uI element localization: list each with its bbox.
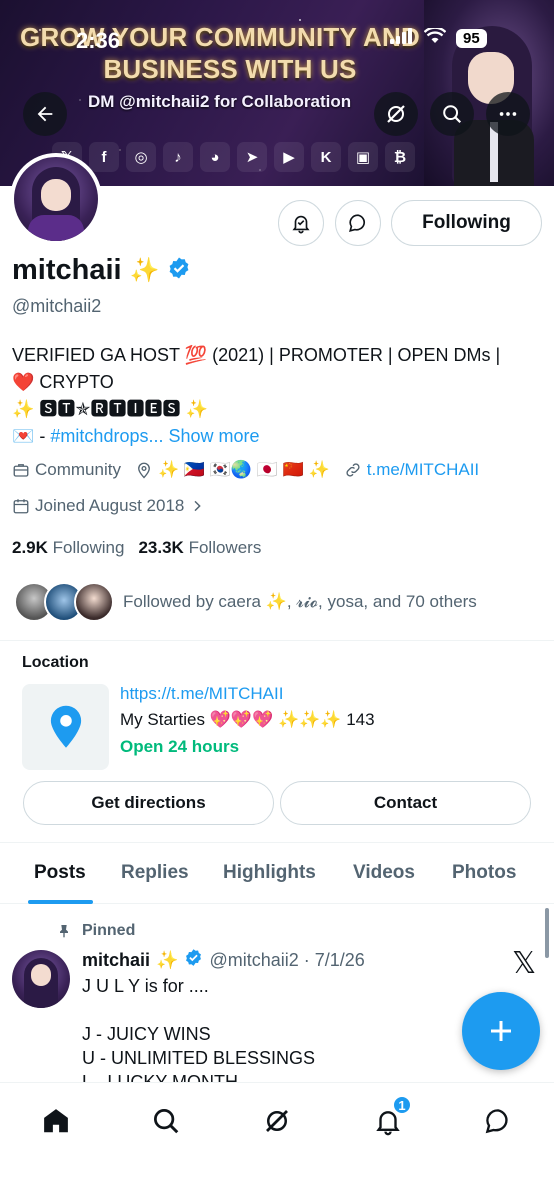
search-icon [154, 1109, 179, 1134]
sparkle-emoji: ✨ [156, 949, 179, 970]
post-author-name[interactable]: mitchaii [82, 950, 150, 971]
compose-post-button[interactable] [462, 992, 540, 1070]
post-meta: @mitchaii2 · 7/1/26 [209, 949, 365, 970]
nav-home[interactable] [36, 1101, 76, 1141]
grok-icon [266, 1110, 288, 1132]
post-header: mitchaii ✨ @mitchaii2 · 7/1/26 [82, 948, 365, 972]
timeline-viewport: Pinned mitchaii ✨ @mitchaii2 · 7/1/26 𝕏 … [0, 0, 554, 1082]
chat-bubble-icon [485, 1109, 508, 1134]
post-author-avatar[interactable] [12, 950, 70, 1008]
pinned-label: Pinned [82, 922, 136, 939]
nav-search[interactable] [146, 1101, 186, 1141]
post-text: J U L Y is for .... J - JUICY WINS U - U… [82, 976, 316, 1082]
plus-icon [491, 1021, 511, 1041]
pinned-indicator: Pinned [56, 922, 135, 940]
x-logo-icon[interactable]: 𝕏 [512, 946, 536, 981]
verified-badge-icon [184, 948, 203, 972]
bottom-navigation: 1 [0, 1082, 554, 1200]
pin-icon [60, 925, 68, 938]
nav-grok[interactable] [257, 1101, 297, 1141]
nav-notifications[interactable]: 1 [368, 1095, 412, 1141]
nav-messages[interactable] [478, 1101, 518, 1141]
notification-count-badge: 1 [392, 1095, 412, 1115]
home-icon [44, 1109, 68, 1133]
scrollbar[interactable] [545, 908, 549, 958]
